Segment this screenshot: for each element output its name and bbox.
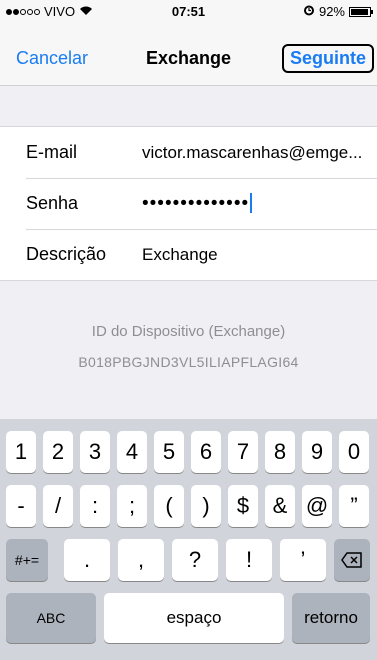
password-row[interactable]: Senha •••••••••••••• (0, 178, 377, 229)
key-8[interactable]: 8 (265, 431, 295, 473)
key-4[interactable]: 4 (117, 431, 147, 473)
device-id-title: ID do Dispositivo (Exchange) (91, 323, 286, 340)
return-key[interactable]: retorno (292, 593, 370, 643)
key-semicolon[interactable]: ; (117, 485, 147, 527)
email-field[interactable]: victor.mascarenhas@emge... (142, 143, 365, 163)
key-0[interactable]: 0 (339, 431, 369, 473)
email-row[interactable]: E-mail victor.mascarenhas@emge... (0, 127, 377, 178)
key-quote[interactable]: ” (339, 485, 369, 527)
abc-key[interactable]: ABC (6, 593, 96, 643)
space-key[interactable]: espaço (104, 593, 284, 643)
key-slash[interactable]: / (43, 485, 73, 527)
email-label: E-mail (26, 142, 78, 162)
description-field[interactable]: Exchange (142, 245, 365, 265)
status-bar: VIVO 07:51 92% (0, 0, 377, 22)
key-close-paren[interactable]: ) (191, 485, 221, 527)
battery-area: 92% (303, 4, 373, 19)
description-label: Descrição (26, 244, 107, 264)
key-period[interactable]: . (64, 539, 110, 581)
alarm-icon (303, 4, 315, 19)
key-open-paren[interactable]: ( (154, 485, 184, 527)
next-button[interactable]: Seguinte (281, 44, 374, 73)
key-at[interactable]: @ (302, 485, 332, 527)
key-exclamation[interactable]: ! (226, 539, 272, 581)
key-hyphen[interactable]: - (6, 485, 36, 527)
key-3[interactable]: 3 (80, 431, 110, 473)
description-row[interactable]: Descrição Exchange (0, 229, 377, 280)
backspace-icon (341, 552, 362, 568)
key-9[interactable]: 9 (302, 431, 332, 473)
keyboard: 1 2 3 4 5 6 7 8 9 0 - / : ; ( ) $ & @ ” … (0, 419, 377, 660)
navigation-bar: Cancelar Exchange Seguinte (0, 22, 377, 86)
battery-percent: 92% (318, 4, 345, 19)
key-colon[interactable]: : (80, 485, 110, 527)
password-value: •••••••••••••• (142, 192, 250, 214)
key-6[interactable]: 6 (191, 431, 221, 473)
key-7[interactable]: 7 (228, 431, 258, 473)
key-apostrophe[interactable]: ’ (280, 539, 326, 581)
symbols-key[interactable]: #+= (6, 539, 48, 581)
key-comma[interactable]: , (118, 539, 164, 581)
key-dollar[interactable]: $ (228, 485, 258, 527)
password-label: Senha (26, 193, 79, 213)
device-id-value: B018PBGJND3VL5ILIAPFLAGI64 (78, 354, 299, 370)
account-form: E-mail victor.mascarenhas@emge... Senha … (0, 126, 377, 281)
key-2[interactable]: 2 (43, 431, 73, 473)
delete-key[interactable] (334, 539, 370, 581)
cancel-button[interactable]: Cancelar (16, 48, 88, 69)
key-1[interactable]: 1 (6, 431, 36, 473)
key-ampersand[interactable]: & (265, 485, 295, 527)
battery-icon (349, 6, 373, 17)
key-5[interactable]: 5 (154, 431, 184, 473)
key-question[interactable]: ? (172, 539, 218, 581)
text-cursor (250, 193, 253, 214)
password-field[interactable]: •••••••••••••• (142, 193, 365, 215)
